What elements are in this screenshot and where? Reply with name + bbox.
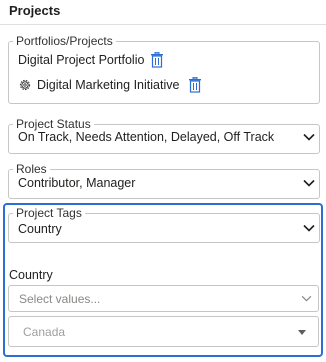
chevron-down-icon[interactable]: [301, 295, 312, 302]
portfolios-legend: Portfolios/Projects: [16, 34, 113, 48]
delete-icon[interactable]: [150, 52, 164, 68]
country-values-select[interactable]: Select values...: [8, 285, 319, 312]
chevron-down-icon[interactable]: [303, 224, 315, 232]
country-selected-value: Canada: [23, 325, 66, 339]
country-label: Country: [9, 268, 53, 282]
project-tags-legend: Project Tags: [16, 206, 82, 220]
project-tags-value: Country: [18, 222, 62, 236]
portfolio-item-label: Digital Project Portfolio: [18, 53, 145, 67]
country-values-placeholder: Select values...: [19, 292, 101, 306]
delete-icon[interactable]: [188, 77, 202, 93]
chevron-down-icon[interactable]: [303, 179, 315, 187]
project-item: Digital Marketing Initiative: [18, 77, 202, 93]
project-item-label: Digital Marketing Initiative: [37, 78, 180, 92]
section-title: Projects: [9, 3, 61, 18]
portfolios-projects-field: Portfolios/Projects: [8, 35, 320, 104]
roles-value: Contributor, Manager: [18, 176, 136, 190]
project-status-value: On Track, Needs Attention, Delayed, Off …: [18, 130, 275, 144]
chevron-down-icon[interactable]: [303, 133, 315, 141]
projects-filter-panel: Projects Portfolios/Projects Digital Pro…: [0, 0, 326, 362]
caret-down-icon[interactable]: [298, 330, 306, 335]
roles-legend: Roles: [16, 162, 47, 176]
country-selected-select[interactable]: Canada: [8, 316, 319, 347]
portfolio-item: Digital Project Portfolio: [18, 52, 164, 68]
divider: [0, 24, 326, 25]
project-gear-icon: [19, 79, 31, 91]
